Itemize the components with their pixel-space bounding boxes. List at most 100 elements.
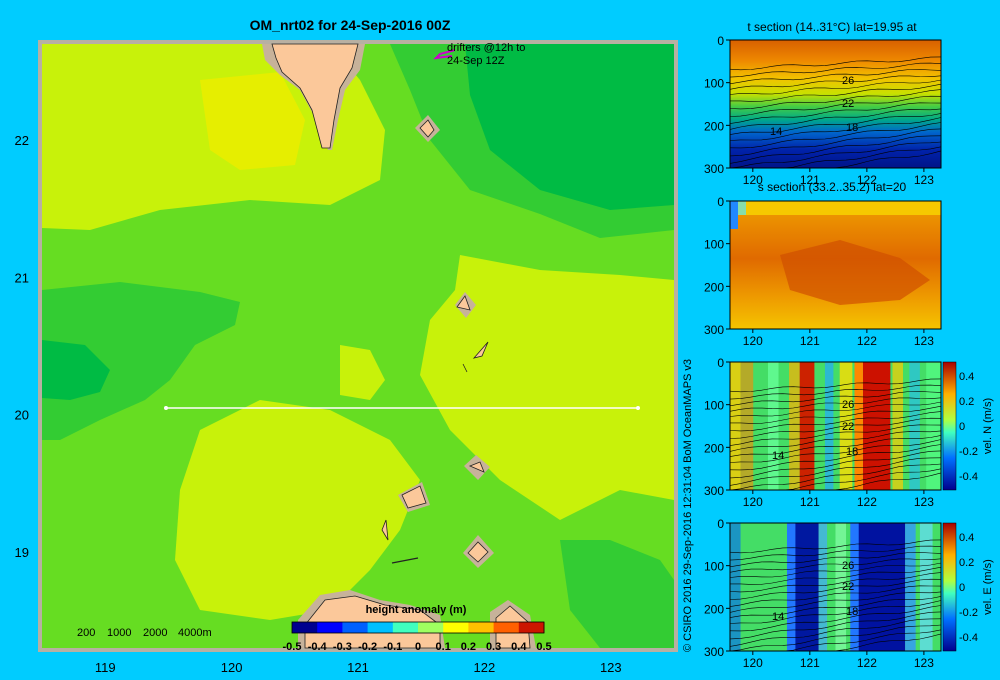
colorbar-tick-label: -0.1 — [383, 641, 402, 653]
section-x-tick-label: 122 — [857, 656, 877, 670]
map-x-tick-label: 119 — [95, 660, 116, 675]
velocity-stripe — [789, 362, 800, 490]
section-y-tick-label: 300 — [704, 484, 724, 498]
colorbar-tick-label: -0.5 — [283, 641, 302, 653]
vn-contour-label-14: 14 — [772, 450, 784, 462]
vn-section-panel: 26 22 18 14 — [729, 362, 942, 491]
depth-legend-1000: 1000 — [107, 627, 131, 639]
colorbar-tick-label: -0.4 — [308, 641, 328, 653]
colorbar-tick-label: 0.1 — [436, 641, 451, 653]
velocity-colorbar-tick-label: -0.2 — [959, 446, 978, 458]
velocity-colorbar-tick-label: 0 — [959, 582, 965, 594]
ve-contour-label-14: 14 — [772, 611, 784, 623]
section-y-tick-label: 0 — [717, 517, 724, 531]
colorbar-swatch — [317, 622, 343, 633]
velocity-stripe — [854, 362, 863, 490]
section-x-tick-label: 123 — [914, 495, 934, 509]
section-y-tick-label: 200 — [704, 119, 724, 133]
section-y-tick-label: 100 — [704, 399, 724, 413]
velocity-colorbar-tick-label: 0 — [959, 421, 965, 433]
velocity-stripe — [786, 523, 796, 651]
t-section-title: t section (14..31°C) lat=19.95 at — [747, 20, 917, 34]
velocity-stripe — [730, 523, 741, 651]
figure-canvas: OM_nrt02 for 24-Sep-2016 00Z drifters @1… — [15, 17, 994, 675]
colorbar-tick-label: -0.2 — [358, 641, 377, 653]
velocity-stripe — [862, 362, 891, 490]
section-x-tick-label: 121 — [800, 173, 820, 187]
t-contour-label-18: 18 — [846, 122, 858, 134]
vn-colorbar — [942, 361, 957, 491]
t-contour-label-26: 26 — [842, 75, 854, 87]
section-x-tick-label: 121 — [800, 656, 820, 670]
colorbar-swatch — [493, 622, 520, 633]
section-y-tick-label: 200 — [704, 280, 724, 294]
velocity-stripe — [892, 362, 904, 490]
ve-contour-label-26: 26 — [842, 560, 854, 572]
map-y-tick-label: 20 — [15, 408, 29, 423]
colorbar-swatch — [292, 622, 318, 633]
colorbar-tick-label: -0.3 — [333, 641, 352, 653]
velocity-colorbar-tick-label: -0.2 — [959, 607, 978, 619]
velocity-colorbar-tick-label: -0.4 — [959, 632, 978, 644]
section-x-tick-label: 120 — [743, 334, 763, 348]
depth-legend-200: 200 — [77, 627, 95, 639]
velocity-colorbar-tick-label: 0.4 — [959, 532, 974, 544]
velocity-stripe — [740, 362, 754, 490]
t-contour-label-14: 14 — [770, 126, 782, 138]
velocity-stripe — [730, 362, 741, 490]
section-y-tick-label: 100 — [704, 238, 724, 252]
s-section-title: s section (33.2..35.2) lat=20 — [758, 180, 907, 194]
drifter-label-line2: 24-Sep 12Z — [447, 55, 505, 67]
section-x-tick-label: 123 — [914, 334, 934, 348]
drifter-label-line1: drifters @12h to — [447, 42, 525, 54]
colorbar-swatch — [518, 622, 545, 633]
credit-text: © CSIRO 2016 29-Sep-2016 12:31:04 BoM Oc… — [682, 359, 694, 652]
section-x-tick-label: 120 — [743, 495, 763, 509]
section-y-tick-label: 0 — [717, 356, 724, 370]
map-x-tick-label: 123 — [600, 660, 622, 675]
colorbar-swatch — [342, 622, 369, 633]
section-y-tick-label: 100 — [704, 560, 724, 574]
colorbar-swatch — [392, 622, 419, 633]
section-x-tick-label: 120 — [743, 173, 763, 187]
ve-contour-label-22: 22 — [842, 581, 854, 593]
colorbar-title: height anomaly (m) — [366, 604, 467, 616]
section-x-tick-label: 122 — [857, 173, 877, 187]
colorbar-swatch — [367, 622, 394, 633]
section-y-tick-label: 100 — [704, 77, 724, 91]
map-y-ticks: 19 20 21 22 — [15, 133, 29, 560]
vn-contour-label-22: 22 — [842, 421, 854, 433]
velocity-stripe — [818, 523, 828, 651]
section-y-tick-label: 0 — [717, 34, 724, 48]
map-y-tick-label: 22 — [15, 133, 29, 148]
section-y-tick-label: 300 — [704, 162, 724, 176]
section-x-tick-label: 122 — [857, 495, 877, 509]
velocity-stripe — [793, 523, 819, 651]
colorbar-swatch — [418, 622, 444, 633]
height-colorbar-ticks: -0.5 -0.4 -0.3 -0.2 -0.1 0 0.1 0.2 0.3 0.4 0.5 — [283, 641, 552, 653]
colorbar-swatch — [468, 622, 495, 633]
t-contour-label-22: 22 — [842, 98, 854, 110]
height-colorbar — [291, 621, 545, 634]
t-section-panel: 26 22 18 14 — [729, 40, 942, 169]
map-title: OM_nrt02 for 24-Sep-2016 00Z — [250, 17, 451, 33]
colorbar-tick-label: 0.4 — [511, 641, 527, 653]
s-section-panel — [730, 201, 941, 329]
section-y-tick-label: 300 — [704, 323, 724, 337]
map-x-tick-label: 120 — [221, 660, 243, 675]
section-x-tick-label: 121 — [800, 334, 820, 348]
colorbar-tick-label: 0.5 — [536, 641, 551, 653]
map-y-tick-label: 19 — [15, 545, 29, 560]
vn-colorbar-label: vel. N (m/s) — [982, 398, 994, 454]
vn-contour-label-26: 26 — [842, 399, 854, 411]
velocity-colorbar-tick-label: 0.2 — [959, 557, 974, 569]
colorbar-tick-label: 0 — [415, 641, 421, 653]
map-y-tick-label: 21 — [15, 270, 29, 285]
velocity-colorbar-tick-label: -0.4 — [959, 471, 978, 483]
colorbar-tick-label: 0.2 — [461, 641, 476, 653]
depth-legend-2000: 2000 — [143, 627, 167, 639]
section-y-tick-label: 200 — [704, 441, 724, 455]
section-x-tick-label: 122 — [857, 334, 877, 348]
section-x-tick-label: 123 — [914, 656, 934, 670]
section-x-tick-label: 120 — [743, 656, 763, 670]
